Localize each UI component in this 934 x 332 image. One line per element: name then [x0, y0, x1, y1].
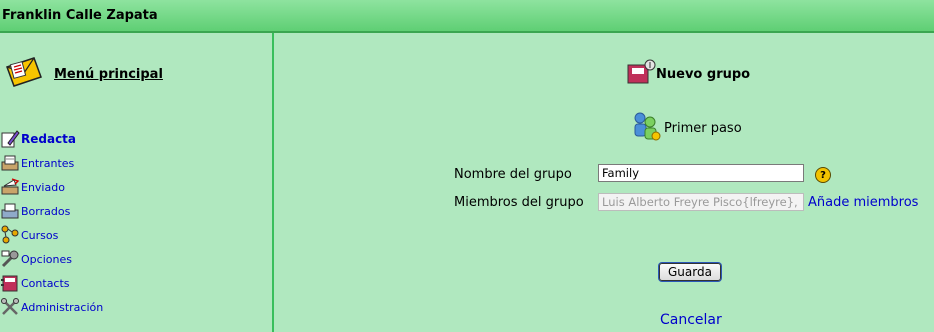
cancel-link[interactable]: Cancelar	[660, 312, 722, 328]
members-label: Miembros del grupo	[454, 195, 584, 210]
main-menu-header[interactable]: Menú principal	[4, 55, 163, 93]
sidebar-item-borrados[interactable]: Borrados	[0, 201, 70, 221]
sidebar-item-label: Opciones	[21, 252, 72, 266]
step-label: Primer paso	[664, 120, 742, 136]
admin-icon	[0, 297, 20, 317]
main-content: Nuevo grupo Primer paso Nombre del grupo…	[274, 33, 934, 332]
page-title: Nuevo grupo	[656, 66, 751, 82]
contacts-icon	[0, 273, 20, 293]
users-icon	[630, 110, 664, 146]
sidebar-item-administracion[interactable]: Administración	[0, 297, 103, 317]
inbox-icon	[0, 153, 20, 173]
sent-icon	[0, 177, 20, 197]
sidebar-item-label: Borrados	[21, 204, 71, 218]
save-button[interactable]: Guarda	[659, 263, 721, 281]
sidebar-item-label: Redacta	[21, 132, 77, 146]
sidebar-item-label: Cursos	[21, 228, 59, 242]
help-icon[interactable]: ?	[815, 167, 831, 183]
sidebar-item-label: Contacts	[21, 276, 70, 290]
members-input[interactable]	[598, 193, 804, 211]
sidebar-item-contacts[interactable]: Contacts	[0, 273, 70, 293]
compose-icon	[0, 129, 20, 149]
courses-icon	[0, 225, 20, 245]
group-name-label: Nombre del grupo	[454, 167, 572, 182]
sidebar-item-redacta[interactable]: Redacta	[0, 129, 76, 149]
trash-icon	[0, 201, 20, 221]
sidebar-item-opciones[interactable]: Opciones	[0, 249, 72, 269]
mail-envelope-icon	[4, 55, 44, 93]
sidebar-item-cursos[interactable]: Cursos	[0, 225, 58, 245]
sidebar-item-label: Administración	[21, 300, 104, 314]
add-members-link[interactable]: Añade miembros	[808, 195, 918, 210]
sidebar-item-enviado[interactable]: Enviado	[0, 177, 65, 197]
sidebar: Menú principal Redacta Entrantes Enviado…	[0, 33, 274, 332]
new-group-icon	[626, 59, 656, 89]
top-bar: Franklin Calle Zapata	[0, 0, 934, 33]
main-menu-title[interactable]: Menú principal	[54, 67, 163, 82]
user-name: Franklin Calle Zapata	[2, 8, 158, 23]
page-heading: Nuevo grupo	[626, 59, 750, 89]
step-indicator: Primer paso	[630, 110, 742, 146]
group-name-input[interactable]	[598, 164, 804, 182]
sidebar-item-entrantes[interactable]: Entrantes	[0, 153, 74, 173]
sidebar-item-label: Enviado	[21, 180, 65, 194]
sidebar-item-label: Entrantes	[21, 156, 75, 170]
options-icon	[0, 249, 20, 269]
